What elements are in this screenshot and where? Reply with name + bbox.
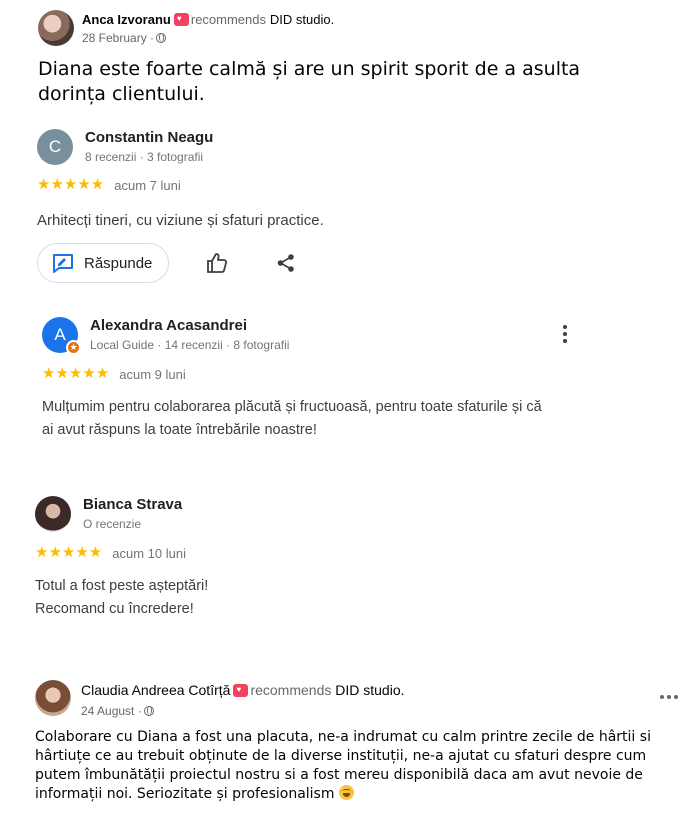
- recommend-icon: [173, 13, 189, 26]
- post-date[interactable]: 24 August ·: [81, 704, 142, 718]
- facebook-post-claudia: Claudia Andreea Cotîrță recommends DID st…: [0, 680, 688, 804]
- review-time: acum 9 luni: [119, 366, 186, 382]
- facebook-post-anca: Anca Izvoranu recommends DID studio. 28 F…: [0, 10, 688, 107]
- globe-icon: [143, 706, 154, 716]
- post-text: Colaborare cu Diana a fost una placuta, …: [35, 729, 651, 802]
- reviewer-name[interactable]: Constantin Neagu: [85, 128, 213, 147]
- reply-button[interactable]: Răspunde: [37, 243, 170, 283]
- smiling-emoji-icon: [338, 785, 354, 800]
- review-constantin: C Constantin Neagu 8 recenzii · 3 fotogr…: [0, 128, 688, 232]
- more-options-button[interactable]: [660, 695, 678, 699]
- avatar[interactable]: C: [37, 128, 73, 165]
- post-author[interactable]: Claudia Andreea Cotîrță: [81, 682, 230, 698]
- post-date[interactable]: 28 February ·: [82, 31, 154, 45]
- review-time: acum 7 luni: [114, 177, 181, 193]
- page-link[interactable]: DID studio.: [270, 12, 334, 27]
- star-rating: ★★★★★: [35, 544, 103, 561]
- avatar[interactable]: [38, 10, 74, 46]
- reviewer-meta: Local Guide · 14 recenzii · 8 fotografii: [90, 338, 290, 352]
- local-guide-badge-icon: ★: [66, 339, 81, 355]
- reviewer-name[interactable]: Bianca Strava: [83, 495, 182, 514]
- reviewer-meta: O recenzie: [83, 517, 142, 531]
- review-text: Arhitecți tineri, cu viziune și sfaturi …: [37, 212, 324, 229]
- reply-label: Răspunde: [84, 254, 153, 272]
- review-bianca: Bianca Strava O recenzie ★★★★★ acum 10 l…: [0, 495, 688, 621]
- recommends-label: recommends: [250, 682, 332, 698]
- recommends-label: recommends: [190, 12, 266, 27]
- reviewer-name[interactable]: Alexandra Acasandrei: [90, 316, 289, 335]
- reviewer-meta: 8 recenzii · 3 fotografii: [85, 150, 204, 164]
- avatar[interactable]: [35, 680, 71, 716]
- page-link[interactable]: DID studio.: [335, 682, 404, 698]
- star-rating: ★★★★★: [42, 365, 110, 382]
- avatar[interactable]: [35, 495, 71, 532]
- avatar[interactable]: A ★: [42, 316, 81, 355]
- star-rating: ★★★★★: [37, 176, 105, 193]
- review-text: Mulțumim pentru colaborarea plăcută și f…: [42, 399, 542, 438]
- recommend-icon: [233, 684, 249, 697]
- review-text: Totul a fost peste așteptări! Recomand c…: [35, 578, 209, 617]
- globe-icon: [156, 33, 167, 43]
- review-time: acum 10 luni: [112, 545, 186, 561]
- post-text: Diana este foarte calmă și are un spirit…: [38, 58, 581, 105]
- share-icon[interactable]: [276, 253, 296, 273]
- review-alexandra: A ★ Alexandra Acasandrei Local Guide · 1…: [0, 316, 688, 442]
- post-author[interactable]: Anca Izvoranu: [82, 12, 171, 27]
- thumbs-up-icon[interactable]: [206, 252, 228, 274]
- reply-icon: [53, 254, 73, 273]
- more-options-button[interactable]: [563, 325, 567, 343]
